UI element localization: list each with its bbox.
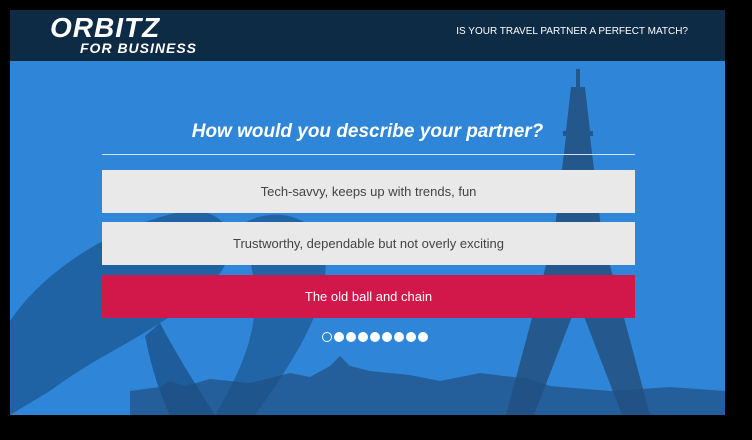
progress-dot-6[interactable] [382, 332, 392, 342]
logo-wordmark: ORBITZ [50, 12, 161, 43]
progress-dot-9[interactable] [418, 332, 428, 342]
progress-dot-8[interactable] [406, 332, 416, 342]
progress-dot-2[interactable] [334, 332, 344, 342]
orbitz-for-business-logo[interactable]: ORBITZ FOR BUSINESS [50, 13, 200, 59]
header-bar: ORBITZ FOR BUSINESS IS YOUR TRAVEL PARTN… [10, 10, 725, 61]
quiz-window: ORBITZ FOR BUSINESS IS YOUR TRAVEL PARTN… [10, 10, 725, 415]
quiz-progress-dots [322, 332, 428, 342]
logo-subtitle: FOR BUSINESS [80, 40, 198, 56]
question-divider [102, 154, 635, 155]
progress-dot-1[interactable] [322, 332, 332, 342]
answer-option-tech-savvy[interactable]: Tech-savvy, keeps up with trends, fun [102, 170, 635, 213]
quiz-question: How would you describe your partner? [191, 121, 544, 142]
progress-dot-3[interactable] [346, 332, 356, 342]
hero-panel: How would you describe your partner? Tec… [10, 61, 725, 415]
answer-option-trustworthy[interactable]: Trustworthy, dependable but not overly e… [102, 222, 635, 265]
progress-dot-4[interactable] [358, 332, 368, 342]
header-tagline: IS YOUR TRAVEL PARTNER A PERFECT MATCH? [456, 26, 688, 37]
progress-dot-5[interactable] [370, 332, 380, 342]
screenshot-frame: ORBITZ FOR BUSINESS IS YOUR TRAVEL PARTN… [0, 0, 752, 440]
answer-option-ball-and-chain[interactable]: The old ball and chain [102, 275, 635, 318]
progress-dot-7[interactable] [394, 332, 404, 342]
